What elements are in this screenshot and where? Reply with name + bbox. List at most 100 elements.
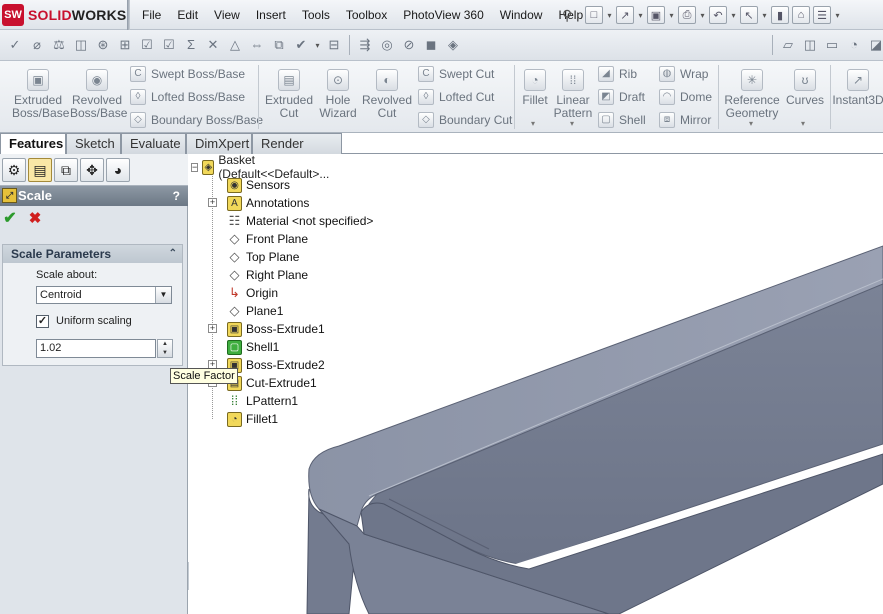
curves-button[interactable]: ʊ Curves [784, 69, 826, 107]
chevron-down-icon[interactable]: ▾ [730, 11, 737, 20]
chevron-down-icon[interactable]: ▾ [570, 119, 574, 128]
lofted-cut-button[interactable]: ◊ Lofted Cut [418, 88, 494, 106]
reference-geometry-button[interactable]: ✳ Reference Geometry [722, 69, 782, 120]
move-face-icon[interactable]: ⇶ [356, 36, 374, 54]
tree-item-right-plane[interactable]: ◇ Right Plane [227, 266, 309, 284]
chevron-down-icon[interactable]: ▾ [749, 119, 753, 128]
menu-window[interactable]: Window [492, 8, 551, 22]
menu-toolbox[interactable]: Toolbox [338, 8, 395, 22]
tab-features[interactable]: Features [0, 133, 66, 155]
tree-item-top-plane[interactable]: ◇ Top Plane [227, 248, 300, 266]
draft-analysis-icon[interactable]: ✔ [292, 36, 310, 54]
instant3d-button[interactable]: ↗ Instant3D [832, 69, 883, 107]
chevron-down-icon[interactable]: ▾ [314, 41, 321, 50]
menu-view[interactable]: View [206, 8, 248, 22]
feature-manager-tab-icon[interactable]: ⚙ [2, 157, 26, 182]
ok-button[interactable]: ✔ [2, 211, 18, 227]
extruded-boss-button[interactable]: ▣ Extruded Boss/Base [12, 69, 69, 120]
chevron-down-icon[interactable]: ▾ [637, 11, 644, 20]
menu-photoview[interactable]: PhotoView 360 [395, 8, 492, 22]
save-icon[interactable]: ▣ [647, 6, 665, 24]
thickness-icon[interactable]: ⇔ [248, 36, 266, 54]
tree-item-plane1[interactable]: ◇ Plane1 [227, 302, 284, 320]
linear-pattern-button[interactable]: ⁞⁞ Linear Pattern [552, 69, 594, 120]
rebuild-icon[interactable]: ▮ [771, 6, 789, 24]
equations-icon[interactable]: Σ [182, 36, 200, 54]
tab-evaluate[interactable]: Evaluate [121, 133, 186, 154]
select-icon[interactable]: ↖ [740, 6, 758, 24]
chevron-down-icon[interactable]: ▾ [606, 11, 613, 20]
extruded-cut-button[interactable]: ▤ Extruded Cut [264, 69, 314, 120]
chevron-down-icon[interactable]: ▾ [699, 11, 706, 20]
swept-cut-button[interactable]: C Swept Cut [418, 65, 494, 83]
spin-down-icon[interactable]: ▼ [158, 349, 172, 358]
mass-properties-icon[interactable]: ⚖ [50, 36, 68, 54]
replace-face-icon[interactable]: ⊘ [400, 36, 418, 54]
section-properties-icon[interactable]: ◫ [72, 36, 90, 54]
property-manager-tab-icon[interactable]: ▤ [28, 157, 52, 182]
tree-item-material[interactable]: ☷ Material <not specified> [227, 212, 374, 230]
print-icon[interactable]: ⎙ [678, 6, 696, 24]
fillet-button[interactable]: ◔ Fillet [518, 69, 552, 107]
check-icon[interactable]: ⊞ [116, 36, 134, 54]
tree-item-shell1[interactable]: ▢ Shell1 [227, 338, 279, 356]
chevron-down-icon[interactable]: ▾ [834, 11, 841, 20]
delete-face-icon[interactable]: ◎ [378, 36, 396, 54]
tab-render-tools[interactable]: Render Tools [252, 133, 342, 170]
tree-item-fillet1[interactable]: ◔ Fillet1 [227, 410, 278, 428]
tree-item-lpattern1[interactable]: ⁞⁞ LPattern1 [227, 392, 298, 410]
menu-tools[interactable]: Tools [294, 8, 338, 22]
statistics-icon[interactable]: ⊛ [94, 36, 112, 54]
surface-knit-icon[interactable]: ◪ [867, 36, 883, 54]
tree-item-annotations[interactable]: A Annotations [227, 194, 309, 212]
boundary-cut-button[interactable]: ◇ Boundary Cut [418, 111, 512, 129]
tree-item-cut-extrude1[interactable]: ▤ Cut-Extrude1 [227, 374, 317, 392]
surface-ruled-icon[interactable]: ▭ [823, 36, 841, 54]
geometry-analysis-icon[interactable]: ☑ [138, 36, 156, 54]
tree-item-sensors[interactable]: ◉ Sensors [227, 176, 290, 194]
menu-file[interactable]: File [134, 8, 169, 22]
split-icon[interactable]: ◈ [444, 36, 462, 54]
wrap-button[interactable]: ◍ Wrap [659, 65, 708, 83]
symmetry-icon[interactable]: ⧉ [270, 36, 288, 54]
rib-button[interactable]: ◢ Rib [598, 65, 637, 83]
tree-item-boss-extrude2[interactable]: ▣ Boss-Extrude2 [227, 356, 325, 374]
chevron-down-icon[interactable]: ▾ [801, 119, 805, 128]
hole-wizard-button[interactable]: ⊙ Hole Wizard [316, 69, 360, 120]
collapse-icon[interactable]: ⌃ [169, 245, 177, 263]
display-manager-tab-icon[interactable]: ◕ [106, 157, 130, 182]
scale-about-select[interactable]: Centroid ▼ [36, 286, 172, 304]
scale-factor-spinner[interactable]: ▲ ▼ [157, 339, 173, 358]
revolved-boss-button[interactable]: ◉ Revolved Boss/Base [70, 69, 127, 120]
expand-icon[interactable]: + [208, 198, 217, 207]
help-icon[interactable]: ? [173, 186, 180, 206]
group-title[interactable]: Scale Parameters ⌃ [3, 245, 182, 263]
curvature-icon[interactable]: ✕ [204, 36, 222, 54]
dimxpert-manager-tab-icon[interactable]: ✥ [80, 157, 104, 182]
tree-item-front-plane[interactable]: ◇ Front Plane [227, 230, 309, 248]
uniform-scaling-checkbox[interactable]: ✓ [36, 315, 49, 328]
new-document-icon[interactable]: □ [585, 6, 603, 24]
tab-sketch[interactable]: Sketch [66, 133, 121, 154]
chevron-down-icon[interactable]: ▼ [155, 287, 171, 303]
open-icon[interactable]: ↗ [616, 6, 634, 24]
tree-item-origin[interactable]: ↳ Origin [227, 284, 278, 302]
combine-icon[interactable]: ◼ [422, 36, 440, 54]
chevron-down-icon[interactable]: ▾ [531, 119, 535, 128]
draft-button[interactable]: ◩ Draft [598, 88, 645, 106]
solidworks-logo[interactable]: SW SOLIDWORKS [2, 3, 126, 27]
tree-root[interactable]: − ◈ Basket (Default<<Default>... [191, 154, 334, 181]
revolved-cut-button[interactable]: ◐ Revolved Cut [362, 69, 412, 120]
dome-button[interactable]: ◠ Dome [659, 88, 712, 106]
shell-button[interactable]: ▢ Shell [598, 111, 646, 129]
tree-item-boss-extrude1[interactable]: ▣ Boss-Extrude1 [227, 320, 325, 338]
surface-offset-icon[interactable]: ◫ [801, 36, 819, 54]
menu-insert[interactable]: Insert [248, 8, 294, 22]
measure-icon[interactable]: ⌀ [28, 36, 46, 54]
chevron-down-icon[interactable]: ▾ [668, 11, 675, 20]
expand-icon[interactable]: + [208, 324, 217, 333]
scale-factor-input[interactable]: 1.02 [36, 339, 156, 358]
surface-planar-icon[interactable]: ▱ [779, 36, 797, 54]
graphics-area[interactable]: − ◈ Basket (Default<<Default>... ◉ Senso… [189, 154, 883, 614]
boundary-boss-button[interactable]: ◇ Boundary Boss/Base [130, 111, 263, 129]
